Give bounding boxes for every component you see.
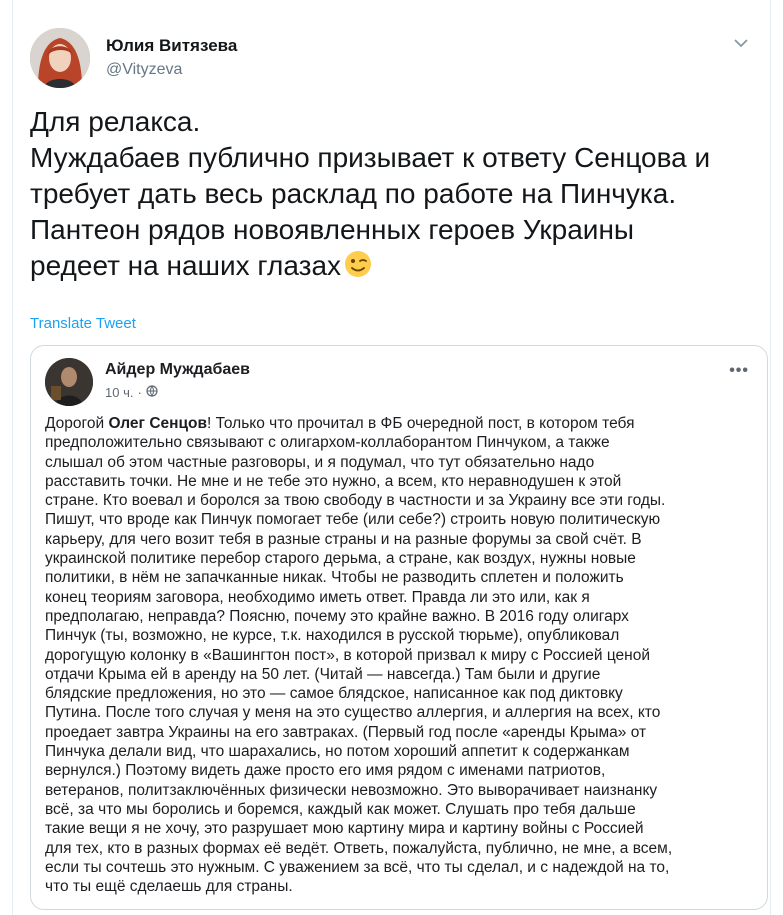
tweet-text: Для релакса. Муждабаев публично призывае… [30, 104, 750, 288]
winking-face-icon [343, 249, 373, 288]
post-text-line: политики, в нём не запачканные никак. Чт… [45, 569, 624, 587]
author-name[interactable]: Юлия Витязева [106, 36, 237, 56]
post-text-line: предполагаю, неправда? Поясню, почему эт… [45, 607, 629, 625]
embedded-author-name[interactable]: Айдер Муждабаев [105, 361, 250, 379]
tweet-header: Юлия Витязева @Vityzeva [30, 28, 750, 88]
tweet-text-line: Пантеон рядов новоявленных героев Украин… [30, 214, 635, 245]
post-text-line: всё, за что мы боролись и боремся, кажды… [45, 800, 636, 818]
embedded-avatar-image [45, 358, 93, 406]
post-text-line: стране. Кто воевал и боролся за твою сво… [45, 492, 666, 510]
post-text-line: предположительно связывают с олигархом-к… [45, 434, 610, 452]
post-text-line: для тех, кто в разных формах её ведёт. О… [45, 839, 673, 857]
embedded-post-meta: 10 ч. · [105, 385, 158, 400]
post-text-line: отдачи Крыма ей в аренду на 50 лет. (Чит… [45, 665, 601, 683]
post-text-line: проедает завтра Украины на его завтраках… [45, 723, 647, 741]
post-text-line: дорогущую колонку в «Вашингтон пост», в … [45, 646, 650, 664]
post-time[interactable]: 10 ч. [105, 385, 133, 400]
tweet-text-line-last: редеет на наших глазах [30, 248, 750, 288]
post-text-line: Пишут, что вроде как Пинчук помогает теб… [45, 511, 661, 529]
avatar-image [30, 28, 90, 88]
post-text-line: Дорогой Олег Сенцов! Только что прочитал… [45, 414, 757, 433]
post-text-line: вернулся.) Поэтому видеть даже просто ег… [45, 762, 606, 780]
post-text-prefix: Дорогой [45, 415, 109, 432]
post-text-line: украинской политике перебор старого дерь… [45, 550, 636, 568]
embedded-post-image[interactable]: Айдер Муждабаев 10 ч. · ••• Дорогой Олег… [30, 345, 768, 910]
more-options-button[interactable]: ••• [729, 362, 749, 380]
tweet-text-line: редеет на наших глазах [30, 250, 342, 281]
tweet-text-line: требует дать весь расклад по работе на П… [30, 178, 677, 209]
post-text-line: ветеранов, политзаключённых физически не… [45, 781, 658, 799]
post-text-line: Путина. После того случая у меня на это … [45, 704, 661, 722]
post-text-suffix: ! Только что прочитал в ФБ очередной пос… [207, 415, 635, 432]
author-handle[interactable]: @Vityzeva [106, 61, 182, 79]
post-text-line: блядские предложения, но это — самое бля… [45, 685, 623, 703]
translate-tweet-link[interactable]: Translate Tweet [30, 315, 136, 332]
meta-separator: · [137, 385, 142, 400]
post-text-line: такие вещи я не хочу, это разрушает мою … [45, 820, 644, 838]
embedded-author-avatar[interactable] [45, 358, 93, 406]
tweet-text-line: Муждабаев публично призывает к ответу Се… [30, 142, 711, 173]
post-text-line: конец теориям заговора, необходимо иметь… [45, 588, 590, 606]
post-text-line: слышал об этом частные разговоры, и я по… [45, 453, 595, 471]
post-text-line: Пинчук (ты, возможно, не курсе, т.к. нах… [45, 627, 620, 645]
chevron-down-icon[interactable] [732, 34, 750, 52]
tweet-text-line: Для релакса. [30, 106, 201, 137]
author-avatar[interactable] [30, 28, 90, 88]
embedded-post-text: Дорогой Олег Сенцов! Только что прочитал… [45, 414, 757, 896]
post-text-line: что ты ещё сделаешь для страны. [45, 878, 293, 896]
post-text-line: расставить точки. Не мне и не тебе это н… [45, 472, 622, 490]
globe-icon [146, 385, 158, 400]
post-text-line: Пинчука делали вид, что шарахались, но п… [45, 743, 630, 761]
post-text-line: если ты сочтешь это нужным. С уважением … [45, 858, 670, 876]
post-text-line: карьеру, для чего возит тебя в разные ст… [45, 530, 642, 548]
mentioned-person[interactable]: Олег Сенцов [108, 415, 207, 432]
